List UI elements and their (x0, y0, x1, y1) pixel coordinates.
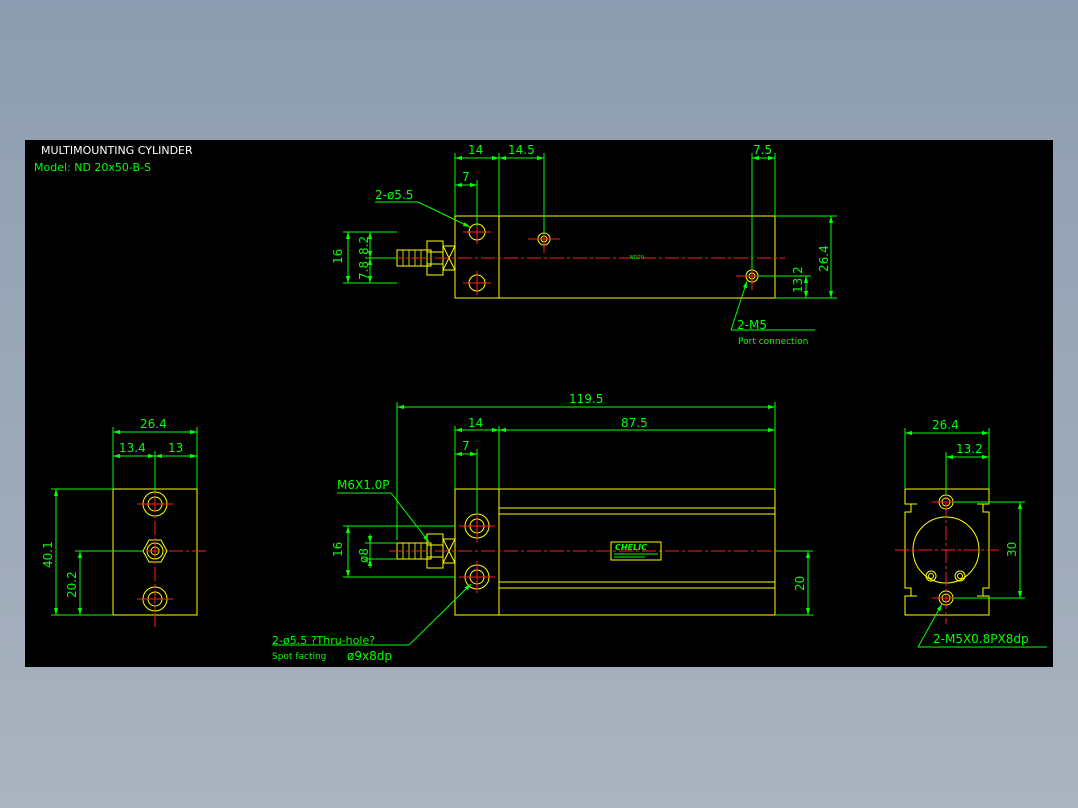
right-end-profile (904, 488, 990, 616)
front-dim-14: 14 (468, 416, 483, 430)
top-dim-26-4: 26.4 (817, 245, 831, 272)
right-tap-note: 2-M5X0.8PX8dp (933, 632, 1029, 646)
front-dim-7: 7 (462, 439, 470, 453)
right-dim-13-2: 13.2 (956, 442, 983, 456)
front-thread-note: M6X1.0P (337, 478, 390, 492)
front-dim-20: 20 (793, 576, 807, 591)
top-dim-14-5: 14.5 (508, 143, 535, 157)
front-view: CHELIC 119.5 14 87.5 7 M6X1.0P 16 ø8 20 … (272, 392, 813, 663)
left-dim-26-4: 26.4 (140, 417, 167, 431)
top-hole-note: 2-ø5.5 (375, 188, 413, 202)
top-dim-13-2: 13.2 (791, 266, 805, 293)
left-dim-13-4: 13.4 (119, 441, 146, 455)
front-spot-dim: ø9x8dp (347, 649, 392, 663)
top-cylinder-body (454, 215, 776, 299)
front-dim-87-5: 87.5 (621, 416, 648, 430)
top-port-note: 2-M5 (737, 318, 767, 332)
top-dim-7: 7 (462, 170, 470, 184)
top-dim-14: 14 (468, 143, 483, 157)
front-brand: CHELIC (615, 543, 647, 552)
front-hole-note: 2-ø5.5 ?Thru-hole? (272, 634, 375, 647)
right-dim-30: 30 (1005, 542, 1019, 557)
right-end-view: 26.4 13.2 30 2-M5X0.8PX8dp (895, 418, 1047, 648)
model-label: Model: ND 20x50-B-S (34, 161, 151, 174)
right-dim-26-4: 26.4 (932, 418, 959, 432)
top-view: ND20 14 14.5 7.5 7 2-ø5.5 16 8.2 7.8 26.… (331, 143, 837, 347)
top-dim-8-2: 8.2 (357, 236, 371, 255)
top-dim-7-8: 7.8 (357, 261, 371, 280)
left-end-view: 26.4 13.4 13 40.1 20.2 (41, 417, 209, 628)
front-dim-16: 16 (331, 542, 345, 557)
cad-viewport[interactable]: MULTIMOUNTING CYLINDER Model: ND 20x50-B… (25, 140, 1053, 667)
top-dim-7-5: 7.5 (753, 143, 772, 157)
svg-text:ND20: ND20 (630, 255, 644, 261)
cad-drawing: MULTIMOUNTING CYLINDER Model: ND 20x50-B… (34, 143, 1047, 663)
drawing-title: MULTIMOUNTING CYLINDER (41, 144, 193, 157)
left-dim-13: 13 (168, 441, 183, 455)
left-dim-40-1: 40.1 (41, 541, 55, 568)
front-dim-phi8: ø8 (357, 548, 371, 563)
front-dim-119-5: 119.5 (569, 392, 603, 406)
left-dim-20-2: 20.2 (65, 571, 79, 598)
front-spot-note: Spot facting (272, 652, 326, 662)
top-port-desc: Port connection (738, 337, 808, 347)
top-dim-16: 16 (331, 249, 345, 264)
